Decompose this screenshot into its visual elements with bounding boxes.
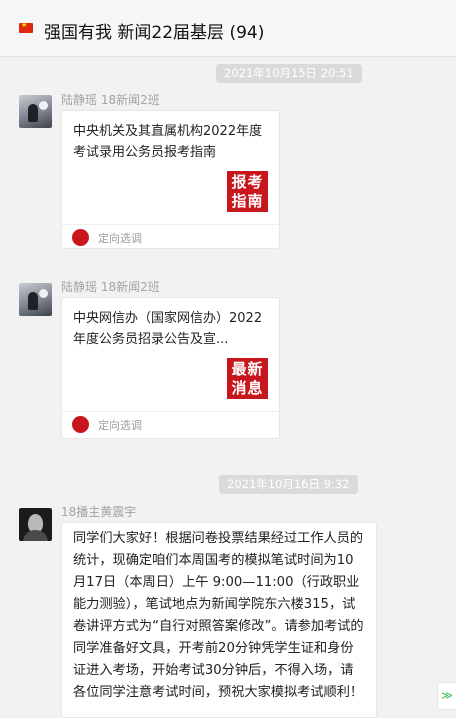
card-title: 中央机关及其直属机构2022年度考试录用公务员报考指南 [73,124,263,160]
avatar-icon[interactable] [19,95,52,128]
card-divider [62,224,279,225]
link-card[interactable]: 中央网信办（国家网信办）2022年度公务员招录公告及宣... 最新消息 定向选调 [61,297,280,439]
china-flag-icon [19,21,33,33]
card-title: 中央网信办（国家网信办）2022年度公务员招录公告及宣... [73,311,263,347]
sender-name: 陆静瑶 18新闻2班 [61,93,160,107]
sender-name: 18播主黄震宇 [61,505,137,519]
avatar-icon[interactable] [19,508,52,541]
message-bubble[interactable]: 同学们大家好！根据问卷投票结果经过工作人员的统计，现确定咱们本周国考的模拟笔试时… [61,522,377,718]
double-chevron-down-icon[interactable]: ≫ [437,682,456,710]
timestamp: 2021年10月15日 20:51 [216,64,362,83]
card-source: 定向选调 [98,232,142,245]
card-source: 定向选调 [98,419,142,432]
source-logo-icon [72,416,89,433]
chat-header: 强国有我 新闻22届基层 (94) [0,0,456,57]
card-divider [62,411,279,412]
avatar-icon[interactable] [19,283,52,316]
card-thumbnail: 最新消息 [227,358,268,399]
chat-title[interactable]: 强国有我 新闻22届基层 (94) [44,18,264,43]
card-thumbnail: 报考指南 [227,171,268,212]
sender-name: 陆静瑶 18新闻2班 [61,280,160,294]
link-card[interactable]: 中央机关及其直属机构2022年度考试录用公务员报考指南 报考指南 定向选调 [61,110,280,249]
timestamp: 2021年10月16日 9:32 [219,475,358,494]
source-logo-icon [72,229,89,246]
message-text: 同学们大家好！根据问卷投票结果经过工作人员的统计，现确定咱们本周国考的模拟笔试时… [73,531,364,700]
